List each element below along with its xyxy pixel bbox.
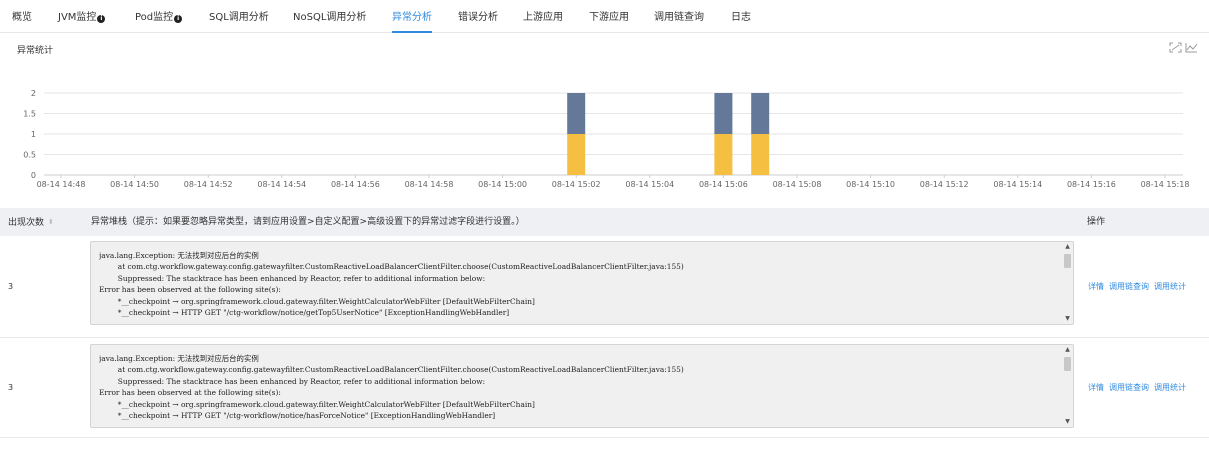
x-tick-label: 08-14 15:12 (920, 180, 969, 189)
chart-title: 异常统计 (17, 46, 54, 56)
tab-label: 下游应用 (589, 12, 629, 23)
tab-exception-analysis[interactable]: 异常分析 (392, 0, 432, 33)
bar-segment (714, 93, 733, 134)
call-stats-link[interactable]: 调用统计 (1154, 282, 1186, 291)
scrollbar-thumb[interactable] (1064, 254, 1071, 268)
x-tick-label: 08-14 14:48 (37, 180, 86, 189)
x-tick-label: 08-14 15:10 (846, 180, 895, 189)
x-tick-label: 08-14 15:00 (478, 180, 527, 189)
tab-pod-monitor[interactable]: Pod监控 i (135, 0, 183, 33)
ops-column-header: 操作 (1087, 217, 1106, 227)
scrollbar[interactable]: ▲ ▼ (1062, 242, 1073, 324)
x-tick-label: 08-14 14:50 (110, 180, 159, 189)
scrollbar-thumb[interactable] (1064, 357, 1071, 371)
scroll-up-arrow-icon[interactable]: ▲ (1062, 345, 1073, 355)
exception-stats-chart: 0 0.5 1 1.5 2 08-14 14:48 08-14 14:50 08-14 14:… (23, 89, 1190, 189)
scroll-up-arrow-icon[interactable]: ▲ (1062, 242, 1073, 252)
row-actions: 详情 调用链查询 调用统计 (1088, 382, 1191, 393)
stack-line: Suppressed: The stacktrace has been enha… (99, 273, 486, 283)
x-tick-label: 08-14 15:06 (699, 180, 748, 189)
x-tick-label: 08-14 15:08 (773, 180, 822, 189)
scroll-down-arrow-icon[interactable]: ▼ (1062, 417, 1073, 427)
table-header: 出现次数 ⬍ 异常堆栈（提示：如果要忽略异常类型，请到应用设置>自定义配置>高级设… (0, 208, 1209, 236)
tab-label: 上游应用 (523, 12, 563, 23)
call-stats-link[interactable]: 调用统计 (1154, 383, 1186, 392)
info-icon: i (174, 15, 183, 23)
tab-sql-analysis[interactable]: SQL调用分析 (209, 0, 269, 33)
tab-trace-query[interactable]: 调用链查询 (654, 0, 704, 33)
count-cell: 3 (8, 282, 14, 291)
x-tick-label: 08-14 14:52 (184, 180, 233, 189)
bar-segment (567, 93, 586, 134)
sort-icon[interactable]: ⬍ (48, 208, 54, 236)
count-header-label: 出现次数 (8, 218, 45, 228)
line-chart-icon[interactable] (1185, 42, 1198, 53)
stack-line: *__checkpoint → HTTP GET "/ctg-workflow/… (99, 411, 496, 421)
x-tick-label: 08-14 14:58 (405, 180, 454, 189)
table-row: 3 java.lang.Exception: 无法找到对应后台的实例 at co… (0, 236, 1209, 338)
stack-line: *__checkpoint → org.springframework.clou… (99, 399, 535, 409)
y-tick-label: 2 (31, 89, 36, 98)
stack-line: Error has been observed at the following… (99, 388, 281, 398)
x-tick-label: 08-14 15:18 (1141, 180, 1190, 189)
tab-overview[interactable]: 概览 (12, 0, 32, 33)
stack-line: java.lang.Exception: 无法找到对应后台的实例 (99, 251, 259, 260)
stack-line: Suppressed: The stacktrace has been enha… (99, 376, 486, 386)
table-row: 3 java.lang.Exception: 无法找到对应后台的实例 at co… (0, 338, 1209, 438)
y-tick-label: 1.5 (23, 110, 36, 119)
stack-line: java.lang.Exception: 无法找到对应后台的实例 (99, 354, 259, 363)
stack-line: Error has been observed at the following… (99, 285, 281, 295)
stack-line: at com.ctg.workflow.gateway.config.gatew… (99, 262, 684, 272)
row-actions: 详情 调用链查询 调用统计 (1088, 281, 1191, 292)
bar-segment (751, 134, 770, 175)
scrollbar[interactable]: ▲ ▼ (1062, 345, 1073, 427)
y-tick-label: 0.5 (23, 151, 36, 160)
tab-label: 错误分析 (458, 12, 498, 23)
x-tick-label: 08-14 14:54 (257, 180, 306, 189)
tab-label: JVM监控 (58, 12, 97, 23)
count-cell: 3 (8, 383, 14, 392)
details-link[interactable]: 详情 (1088, 383, 1104, 392)
y-tick-label: 1 (31, 130, 36, 139)
tab-label: SQL调用分析 (209, 12, 269, 23)
stack-trace-text: java.lang.Exception: 无法找到对应后台的实例 at com.… (99, 353, 1055, 421)
trace-query-link[interactable]: 调用链查询 (1109, 282, 1149, 291)
tab-logs[interactable]: 日志 (731, 0, 751, 33)
monitor-tab-bar: 概览 JVM监控 i Pod监控 i SQL调用分析 NoSQL调用分析 异常分析 … (0, 0, 1209, 33)
tab-label: Pod监控 (135, 12, 174, 23)
y-tick-label: 0 (31, 171, 36, 180)
tab-jvm-monitor[interactable]: JVM监控 i (58, 0, 106, 33)
bar-segment (567, 134, 586, 175)
expand-icon[interactable] (1169, 42, 1182, 53)
stack-line: at com.ctg.workflow.gateway.config.gatew… (99, 365, 684, 375)
stack-line: *__checkpoint → org.springframework.clou… (99, 296, 535, 306)
tab-label: 异常分析 (392, 12, 432, 23)
tab-label: NoSQL调用分析 (293, 12, 367, 23)
x-tick-label: 08-14 15:16 (1067, 180, 1116, 189)
tab-label: 概览 (12, 12, 32, 23)
stack-trace-text: java.lang.Exception: 无法找到对应后台的实例 at com.… (99, 250, 1055, 318)
bar-segment (714, 134, 733, 175)
bar-segment (751, 93, 770, 134)
info-icon: i (97, 15, 106, 23)
tab-label: 日志 (731, 12, 751, 23)
stack-trace-box[interactable]: java.lang.Exception: 无法找到对应后台的实例 at com.… (90, 241, 1074, 325)
scroll-down-arrow-icon[interactable]: ▼ (1062, 314, 1073, 324)
x-tick-label: 08-14 15:02 (552, 180, 601, 189)
trace-query-link[interactable]: 调用链查询 (1109, 383, 1149, 392)
x-tick-label: 08-14 15:14 (993, 180, 1042, 189)
x-tick-label: 08-14 14:56 (331, 180, 380, 189)
tab-upstream-apps[interactable]: 上游应用 (523, 0, 563, 33)
tab-downstream-apps[interactable]: 下游应用 (589, 0, 629, 33)
details-link[interactable]: 详情 (1088, 282, 1104, 291)
stack-line: *__checkpoint → HTTP GET "/ctg-workflow/… (99, 308, 510, 318)
count-column-header[interactable]: 出现次数 ⬍ (8, 208, 54, 236)
tab-nosql-analysis[interactable]: NoSQL调用分析 (293, 0, 366, 33)
tab-label: 调用链查询 (654, 12, 704, 23)
tab-error-analysis[interactable]: 错误分析 (458, 0, 498, 33)
x-tick-label: 08-14 15:04 (625, 180, 674, 189)
stack-column-header: 异常堆栈（提示：如果要忽略异常类型，请到应用设置>自定义配置>高级设置下的异常过… (91, 217, 525, 227)
stack-trace-box[interactable]: java.lang.Exception: 无法找到对应后台的实例 at com.… (90, 344, 1074, 428)
